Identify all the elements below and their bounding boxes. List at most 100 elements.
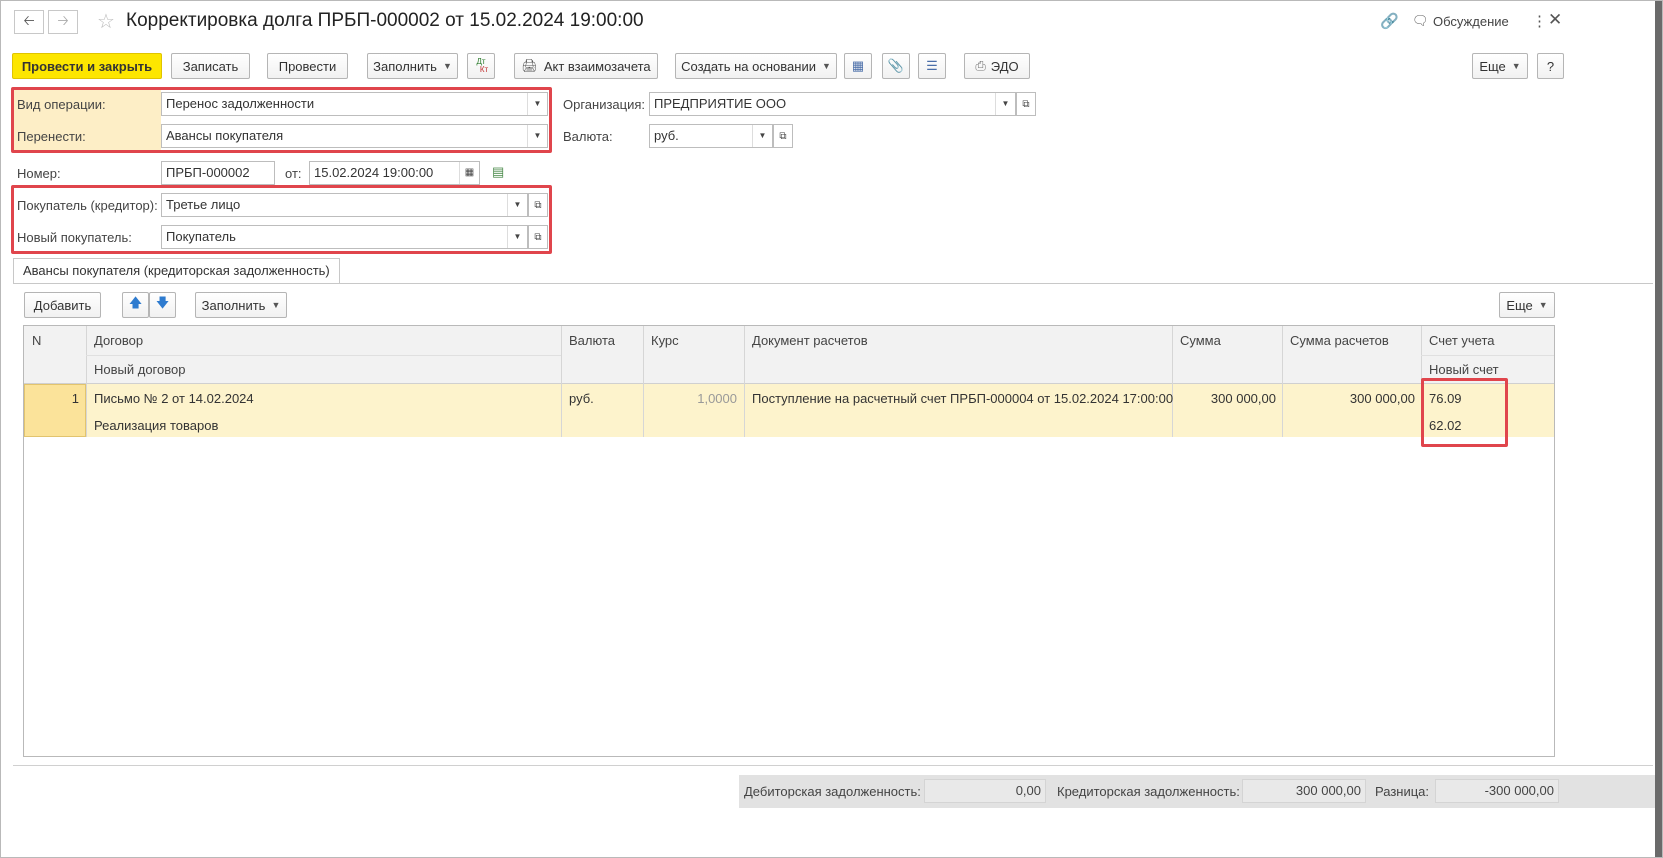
more-label: Еще (1479, 58, 1506, 74)
chevron-down-icon: ▼ (442, 61, 452, 71)
post-and-close-button[interactable]: Провести и закрыть (12, 53, 162, 79)
cell-currency[interactable]: руб. (569, 391, 594, 406)
add-row-button[interactable]: Добавить (24, 292, 101, 318)
chevron-down-icon[interactable]: ▼ (507, 194, 527, 216)
cell-rate[interactable]: 1,0000 (643, 391, 737, 406)
date-input[interactable]: 15.02.2024 19:00:00 ▦ (309, 161, 480, 185)
cell-sum[interactable]: 300 000,00 (1172, 391, 1276, 406)
header-currency[interactable]: Валюта (569, 333, 615, 348)
operation-label: Вид операции: (17, 97, 106, 112)
help-button[interactable]: ? (1537, 53, 1564, 79)
fill-label: Заполнить (373, 58, 437, 74)
save-button[interactable]: Записать (171, 53, 250, 79)
header-sum-calc[interactable]: Сумма расчетов (1290, 333, 1389, 348)
arrow-left-icon: 🡠 (23, 12, 35, 28)
column-divider (86, 326, 87, 437)
cell-sum-calc[interactable]: 300 000,00 (1282, 391, 1415, 406)
chevron-down-icon: ▼ (821, 61, 831, 71)
window-edge (1655, 0, 1663, 858)
table-fill-button[interactable]: Заполнить ▼ (195, 292, 287, 318)
column-divider (744, 326, 745, 437)
currency-label: Валюта: (563, 129, 613, 144)
organization-value: ПРЕДПРИЯТИЕ ООО (654, 96, 787, 111)
close-icon[interactable]: ✕ (1548, 10, 1562, 30)
favorite-star-icon[interactable]: ☆ (97, 9, 115, 34)
cell-document[interactable]: Поступление на расчетный счет ПРБП-00000… (752, 391, 1173, 406)
cell-new-account[interactable]: 62.02 (1429, 418, 1462, 433)
operation-select[interactable]: Перенос задолженности ▼ (161, 92, 548, 116)
more-button[interactable]: Еще ▼ (1472, 53, 1528, 79)
cell-new-contract[interactable]: Реализация товаров (94, 418, 218, 433)
transfer-select[interactable]: Авансы покупателя ▼ (161, 124, 548, 148)
link-icon[interactable]: 🔗 (1380, 12, 1399, 30)
buyer-value: Третье лицо (166, 197, 241, 212)
post-button[interactable]: Провести (267, 53, 348, 79)
column-divider (1282, 326, 1283, 437)
new-buyer-value: Покупатель (166, 229, 236, 244)
debit-label: Дебиторская задолженность: (744, 784, 921, 799)
move-down-icon[interactable]: 🡇 (149, 292, 176, 318)
attachment-icon[interactable]: 📎 (882, 53, 910, 79)
chevron-down-icon[interactable]: ▼ (995, 93, 1015, 115)
cell-contract[interactable]: Письмо № 2 от 14.02.2024 (94, 391, 254, 406)
header-account[interactable]: Счет учета (1429, 333, 1495, 348)
calendar-icon[interactable]: ▦ (459, 162, 479, 184)
organization-select[interactable]: ПРЕДПРИЯТИЕ ООО ▼ (649, 92, 1016, 116)
advances-table[interactable]: N Договор Новый договор Валюта Курс Доку… (23, 325, 1555, 757)
open-new-buyer-icon[interactable]: ⧉ (528, 225, 548, 249)
tab-customer-advances[interactable]: Авансы покупателя (кредиторская задолжен… (13, 258, 340, 284)
discussion-link[interactable]: Обсуждение (1433, 14, 1509, 29)
open-organization-icon[interactable]: ⧉ (1016, 92, 1036, 116)
create-based-label: Создать на основании (681, 58, 816, 74)
debit-value: 0,00 (924, 779, 1046, 803)
open-currency-icon[interactable]: ⧉ (773, 124, 793, 148)
chevron-down-icon[interactable]: ▼ (752, 125, 772, 147)
open-buyer-icon[interactable]: ⧉ (528, 193, 548, 217)
buyer-label: Покупатель (кредитор): (17, 198, 158, 213)
fill-dropdown-button[interactable]: Заполнить ▼ (367, 53, 458, 79)
currency-select[interactable]: руб. ▼ (649, 124, 773, 148)
arrow-right-icon: 🡢 (57, 12, 69, 28)
history-icon[interactable]: ▤ (492, 164, 504, 180)
structure-icon[interactable]: ▦ (844, 53, 872, 79)
create-based-button[interactable]: Создать на основании ▼ (675, 53, 837, 79)
chevron-down-icon: ▼ (271, 300, 281, 310)
date-label: от: (285, 166, 302, 181)
transfer-value: Авансы покупателя (166, 128, 284, 143)
totals-bar: Дебиторская задолженность: 0,00 Кредитор… (739, 775, 1655, 808)
more-menu-icon[interactable]: ⋮ (1532, 12, 1547, 30)
chevron-down-icon[interactable]: ▼ (507, 226, 527, 248)
edo-label: ЭДО (990, 58, 1019, 74)
dt-kt-button[interactable]: Дт Кт (467, 53, 495, 79)
new-buyer-select[interactable]: Покупатель ▼ (161, 225, 528, 249)
chevron-down-icon[interactable]: ▼ (527, 93, 547, 115)
table-more-label: Еще (1506, 297, 1533, 313)
offset-act-button[interactable]: 🖨 Акт взаимозачета (514, 53, 658, 79)
column-divider (561, 326, 562, 437)
table-more-button[interactable]: Еще ▼ (1499, 292, 1555, 318)
header-document[interactable]: Документ расчетов (752, 333, 868, 348)
forward-button[interactable]: 🡢 (48, 10, 78, 34)
number-input[interactable]: ПРБП-000002 (161, 161, 275, 185)
edo-button[interactable]: ⎙ ЭДО (964, 53, 1030, 79)
header-rate[interactable]: Курс (651, 333, 679, 348)
report-icon[interactable]: ☰ (918, 53, 946, 79)
chevron-down-icon[interactable]: ▼ (527, 125, 547, 147)
header-new-contract[interactable]: Новый договор (94, 362, 185, 377)
back-button[interactable]: 🡠 (14, 10, 44, 34)
header-subdivider (1421, 355, 1554, 356)
organization-label: Организация: (563, 97, 646, 112)
discussion-icon[interactable]: 🗨 (1412, 13, 1429, 29)
difference-value: -300 000,00 (1435, 779, 1559, 803)
date-value: 15.02.2024 19:00:00 (314, 165, 434, 180)
transfer-label: Перенести: (17, 129, 86, 144)
kt-label: Кт (479, 65, 489, 74)
header-subdivider (86, 355, 561, 356)
buyer-select[interactable]: Третье лицо ▼ (161, 193, 528, 217)
header-n[interactable]: N (32, 333, 41, 348)
header-sum[interactable]: Сумма (1180, 333, 1221, 348)
cell-account[interactable]: 76.09 (1429, 391, 1462, 406)
header-new-account[interactable]: Новый счет (1429, 362, 1499, 377)
move-up-icon[interactable]: 🡅 (122, 292, 149, 318)
header-contract[interactable]: Договор (94, 333, 143, 348)
